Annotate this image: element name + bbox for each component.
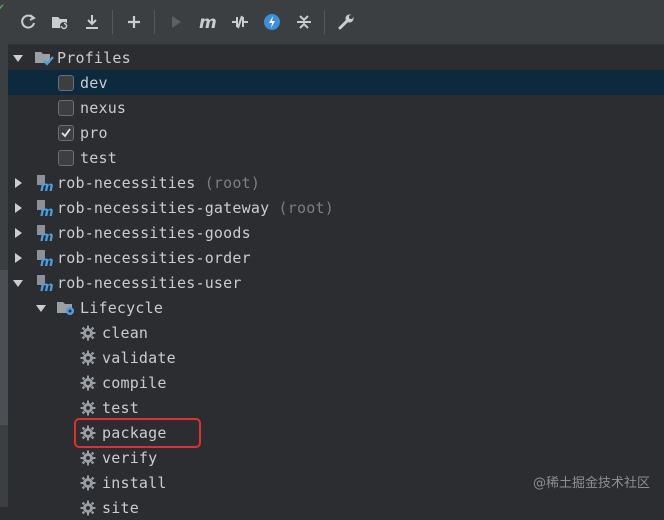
profile-label: nexus: [80, 98, 127, 117]
goal-label: verify: [102, 448, 158, 467]
svg-text:m: m: [40, 180, 54, 193]
chevron-right-icon[interactable]: [12, 227, 24, 239]
maven-module-icon: m: [34, 273, 54, 293]
profiles-folder-icon: [34, 48, 54, 68]
toolbar-separator: [112, 10, 113, 34]
tree-node-profiles[interactable]: Profiles: [8, 45, 664, 70]
tree-node-module[interactable]: m rob-necessities-goods: [8, 220, 664, 245]
profile-checkbox-checked[interactable]: [58, 124, 74, 141]
profile-item-nexus[interactable]: nexus: [8, 95, 664, 120]
profile-item-test[interactable]: test: [8, 145, 664, 170]
tree-node-module[interactable]: m rob-necessities (root): [8, 170, 664, 195]
maven-module-icon: m: [34, 248, 54, 268]
goal-label: install: [102, 473, 167, 492]
svg-text:m: m: [199, 13, 217, 32]
svg-text:m: m: [40, 280, 54, 293]
execute-maven-goal-icon[interactable]: m: [196, 10, 220, 34]
tree-node-lifecycle[interactable]: Lifecycle: [8, 295, 664, 320]
module-label: rob-necessities-user: [57, 273, 242, 292]
download-icon[interactable]: [80, 10, 104, 34]
profiles-label: Profiles: [57, 48, 131, 67]
profile-label: pro: [80, 123, 108, 142]
tree-node-module[interactable]: m rob-necessities-order: [8, 245, 664, 270]
lifecycle-goal-compile[interactable]: compile: [8, 370, 664, 395]
gear-icon: [78, 348, 98, 368]
module-label: rob-necessities-gateway (root): [57, 198, 334, 217]
toggle-offline-icon[interactable]: [228, 10, 252, 34]
gear-icon: [78, 448, 98, 468]
svg-text:m: m: [40, 230, 54, 243]
profile-checkbox[interactable]: [58, 149, 74, 166]
reload-icon[interactable]: [16, 10, 40, 34]
chevron-right-icon[interactable]: [12, 177, 24, 189]
add-icon[interactable]: [122, 10, 146, 34]
maven-project-tree: Profiles dev nexus pro test m rob-necess…: [8, 45, 664, 517]
gear-icon: [78, 473, 98, 493]
check-icon: ✔: [0, 0, 5, 14]
left-tool-strip: ✔: [0, 0, 8, 507]
tree-node-module[interactable]: m rob-necessities-gateway (root): [8, 195, 664, 220]
profile-checkbox[interactable]: [58, 99, 74, 116]
maven-module-icon: m: [34, 198, 54, 218]
module-label: rob-necessities-order: [57, 248, 251, 267]
goal-label: validate: [102, 348, 176, 367]
tree-node-module[interactable]: m rob-necessities-user: [8, 270, 664, 295]
chevron-down-icon[interactable]: [35, 302, 47, 314]
lifecycle-goal-verify[interactable]: verify: [8, 445, 664, 470]
profile-label: test: [80, 148, 117, 167]
chevron-down-icon[interactable]: [12, 52, 24, 64]
settings-icon[interactable]: [334, 10, 358, 34]
toolbar-separator: [324, 10, 325, 34]
toolbar-separator: [154, 10, 155, 34]
maven-module-icon: m: [34, 223, 54, 243]
svg-text:m: m: [40, 205, 54, 218]
goal-label: site: [102, 498, 139, 517]
add-folder-icon[interactable]: [48, 10, 72, 34]
lifecycle-goal-clean[interactable]: clean: [8, 320, 664, 345]
skip-tests-icon[interactable]: [260, 10, 284, 34]
gear-icon: [78, 373, 98, 393]
chevron-down-icon[interactable]: [12, 277, 24, 289]
svg-text:m: m: [40, 255, 54, 268]
profile-label: dev: [80, 73, 108, 92]
gear-icon: [78, 398, 98, 418]
module-label: rob-necessities (root): [57, 173, 261, 192]
collapse-all-icon[interactable]: [292, 10, 316, 34]
profile-item-dev[interactable]: dev: [8, 70, 664, 95]
goal-label: compile: [102, 373, 167, 392]
profile-item-pro[interactable]: pro: [8, 120, 664, 145]
maven-toolbar: m: [8, 0, 664, 45]
chevron-right-icon[interactable]: [12, 252, 24, 264]
run-icon[interactable]: [164, 10, 188, 34]
profile-checkbox[interactable]: [58, 74, 74, 91]
lifecycle-goal-test[interactable]: test: [8, 395, 664, 420]
lifecycle-goal-validate[interactable]: validate: [8, 345, 664, 370]
chevron-right-icon[interactable]: [12, 202, 24, 214]
lifecycle-folder-icon: [56, 298, 76, 318]
gear-icon: [78, 498, 98, 518]
module-label: rob-necessities-goods: [57, 223, 251, 242]
watermark: @稀土掘金技术社区: [532, 476, 650, 491]
highlight-box: [74, 418, 201, 448]
lifecycle-goal-site[interactable]: site: [8, 495, 664, 520]
gear-icon: [78, 323, 98, 343]
goal-label: clean: [102, 323, 149, 342]
goal-label: test: [102, 398, 139, 417]
lifecycle-label: Lifecycle: [80, 298, 164, 317]
side-panel-marker: [0, 270, 8, 425]
maven-module-icon: m: [34, 173, 54, 193]
